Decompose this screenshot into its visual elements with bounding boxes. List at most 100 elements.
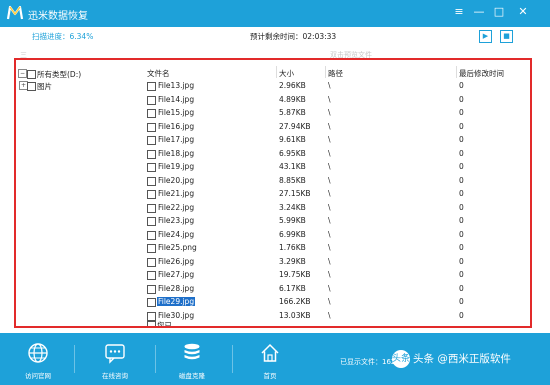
row-checkbox[interactable] <box>147 257 156 267</box>
maximize-icon[interactable]: □ <box>492 5 506 19</box>
file-modified: 0 <box>459 189 464 198</box>
row-checkbox[interactable] <box>147 163 156 172</box>
file-name[interactable]: File13.jpg <box>157 81 195 90</box>
file-size: 9.61KB <box>279 135 306 144</box>
play-icon: ▶ <box>482 32 489 40</box>
file-name[interactable]: File23.jpg <box>157 216 195 225</box>
stop-icon: ■ <box>503 32 510 40</box>
file-size: 5.87KB <box>279 108 306 117</box>
file-path: \ <box>328 121 331 131</box>
watermark-text: 头条 @西米正版软件 <box>413 353 511 365</box>
file-path: \ <box>328 229 331 239</box>
file-modified: 0 <box>459 162 464 171</box>
row-checkbox[interactable] <box>147 149 156 159</box>
file-modified: 0 <box>459 283 464 293</box>
row-checkbox[interactable] <box>147 298 156 307</box>
file-name[interactable]: File29.jpg <box>157 297 196 306</box>
bottom-nav-bar: 访问官网 在线咨询 磁盘克隆 首页 已显示文件：16283 头条 头条 @西米正版… <box>0 333 550 385</box>
file-path: \ <box>328 243 331 252</box>
nav-label: 磁盘克隆 <box>179 372 205 380</box>
file-name[interactable]: File19.jpg <box>157 162 195 171</box>
row-checkbox[interactable] <box>147 82 156 91</box>
file-path: \ <box>328 202 331 212</box>
menu-icon[interactable]: ≡ <box>452 5 466 19</box>
scan-progress-label: 扫描进度：6.34% <box>32 32 94 41</box>
table-row[interactable]: File30.jpg 13.03KB \ 0 <box>146 309 530 324</box>
file-size: 6.95KB <box>279 148 306 158</box>
nav-label: 访问官网 <box>25 372 51 380</box>
file-size: 3.29KB <box>279 256 306 266</box>
close-icon[interactable]: ✕ <box>516 5 530 19</box>
file-name[interactable]: File21.jpg <box>157 189 195 198</box>
globe-icon <box>28 343 48 363</box>
file-name[interactable]: File22.jpg <box>157 203 195 212</box>
minimize-icon[interactable]: — <box>472 5 486 19</box>
row-checkbox[interactable] <box>147 109 156 118</box>
row-checkbox[interactable] <box>147 122 156 132</box>
file-name[interactable]: File26.jpg <box>157 257 195 266</box>
file-name[interactable]: File28.jpg <box>157 284 195 293</box>
file-name[interactable]: File27.jpg <box>157 270 195 279</box>
nav-home[interactable]: 首页 <box>244 333 296 385</box>
tree-checkbox-all[interactable] <box>27 70 36 79</box>
nav-label: 首页 <box>263 372 277 380</box>
row-checkbox[interactable] <box>147 271 156 280</box>
file-modified: 0 <box>459 229 464 239</box>
collapse-icon[interactable]: − <box>18 69 27 78</box>
file-path: \ <box>328 310 331 320</box>
file-modified: 0 <box>459 135 464 144</box>
row-checkbox[interactable] <box>147 311 156 321</box>
file-name[interactable]: File17.jpg <box>157 135 195 144</box>
app-logo-icon <box>6 5 24 20</box>
stop-button[interactable]: ■ <box>500 30 513 43</box>
file-modified: 0 <box>459 108 464 117</box>
file-modified: 0 <box>459 81 464 90</box>
file-name[interactable]: File20.jpg <box>157 176 195 185</box>
column-header-modified[interactable]: 最后修改时间 <box>459 68 504 79</box>
file-name[interactable]: File14.jpg <box>157 95 195 104</box>
file-size: 8.85KB <box>279 175 306 185</box>
file-name[interactable]: File25.png <box>157 243 198 252</box>
nav-disk-clone[interactable]: 磁盘克隆 <box>166 333 218 385</box>
file-size: 6.99KB <box>279 229 306 239</box>
file-name[interactable]: File24.jpg <box>157 230 195 239</box>
row-checkbox[interactable] <box>147 284 156 294</box>
row-checkbox[interactable] <box>147 217 156 226</box>
file-path: \ <box>328 81 331 90</box>
row-checkbox[interactable] <box>147 190 156 199</box>
file-name[interactable]: File16.jpg <box>157 122 195 131</box>
file-name[interactable]: File30.jpg <box>157 311 195 320</box>
file-size: 5.99KB <box>279 216 306 225</box>
file-size: 3.24KB <box>279 202 306 212</box>
resume-button[interactable]: ▶ <box>479 30 492 43</box>
tree-checkbox-images[interactable] <box>27 82 36 91</box>
row-checkbox[interactable] <box>147 244 156 253</box>
watermark-logo: 头条 <box>392 350 410 368</box>
row-checkbox[interactable] <box>147 95 156 105</box>
row-checkbox[interactable] <box>147 203 156 213</box>
file-size: 166.2KB <box>279 297 311 306</box>
home-icon <box>261 343 279 362</box>
file-name[interactable]: File15.jpg <box>157 108 195 117</box>
title-bar: 迅米数据恢复 ≡ — □ ✕ <box>0 0 550 27</box>
file-path: \ <box>328 283 331 293</box>
row-checkbox[interactable] <box>147 230 156 240</box>
column-header-name[interactable]: 文件名 <box>147 68 170 79</box>
file-size: 4.89KB <box>279 94 306 104</box>
watermark: 头条 头条 @西米正版软件 <box>392 350 511 370</box>
row-checkbox[interactable] <box>147 136 156 145</box>
column-header-size[interactable]: 大小 <box>279 68 294 79</box>
select-all-checkbox[interactable] <box>147 321 156 326</box>
file-name[interactable]: File18.jpg <box>157 149 195 158</box>
nav-visit-website[interactable]: 访问官网 <box>12 333 64 385</box>
nav-label: 在线咨询 <box>102 372 128 380</box>
app-title: 迅米数据恢复 <box>28 11 88 22</box>
file-modified: 0 <box>459 297 464 306</box>
file-modified: 0 <box>459 256 464 266</box>
nav-separator <box>74 345 75 373</box>
column-header-path[interactable]: 路径 <box>328 68 343 79</box>
nav-online-chat[interactable]: 在线咨询 <box>89 333 141 385</box>
row-checkbox[interactable] <box>147 176 156 186</box>
file-path: \ <box>328 270 331 279</box>
file-modified: 0 <box>459 202 464 212</box>
